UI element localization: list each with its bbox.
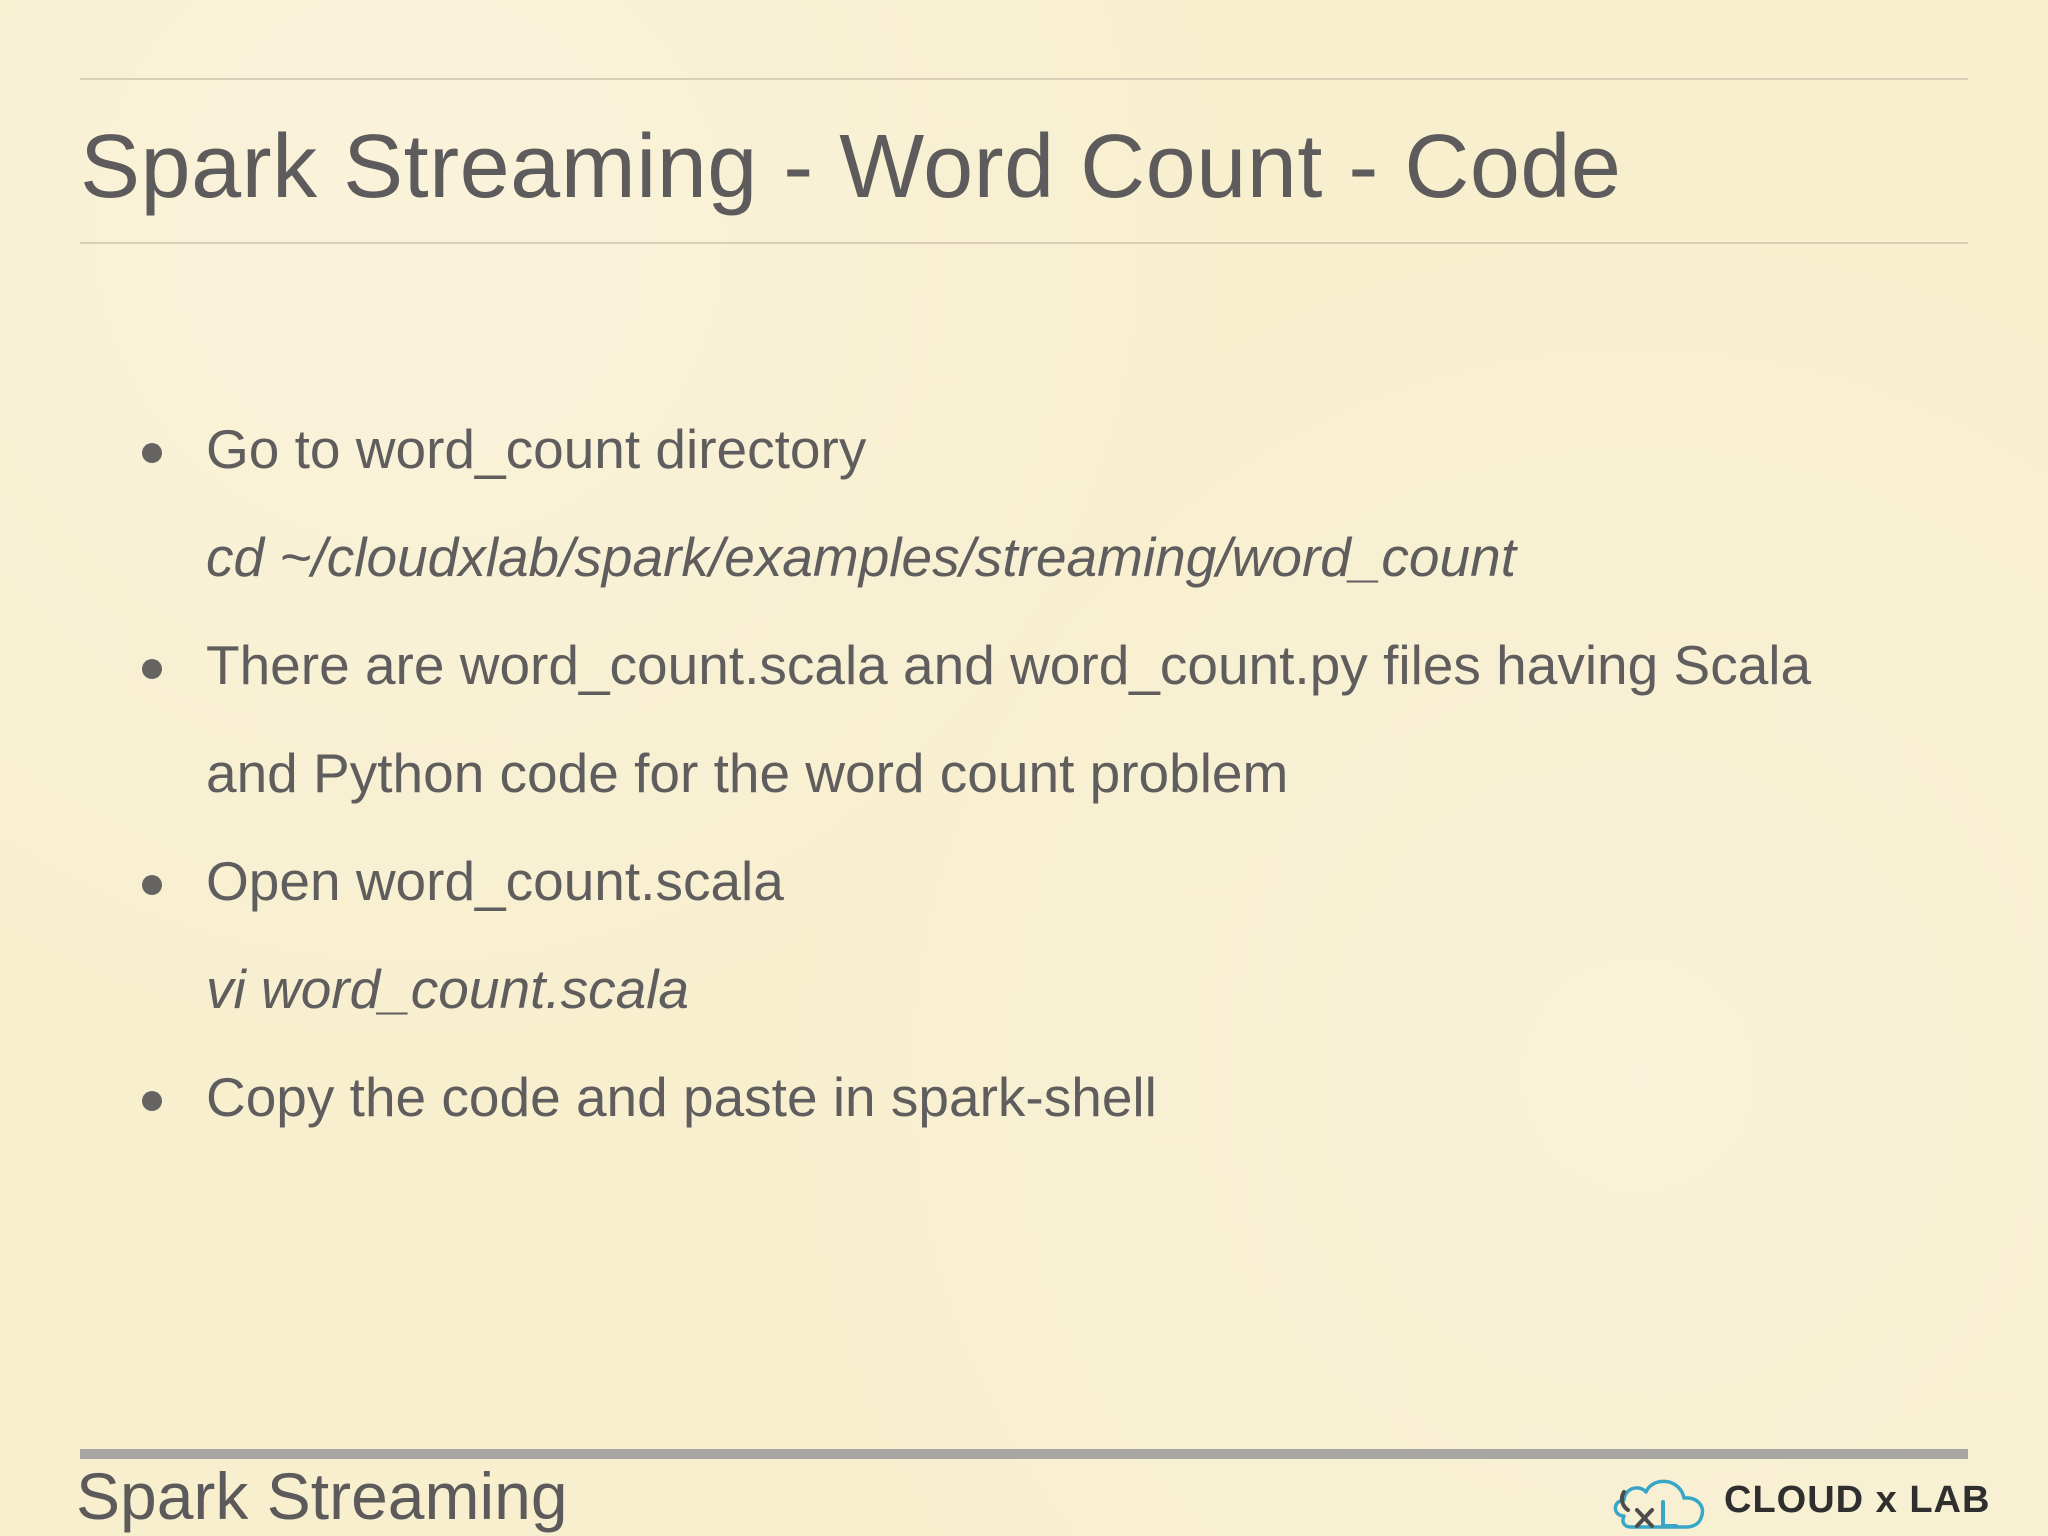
bullet-text-3: Open word_count.scala (206, 850, 784, 912)
bullet-icon (142, 659, 162, 679)
title-rule (80, 242, 1968, 244)
bullet-text-1: Go to word_count directory (206, 418, 867, 480)
bullet-text-2-line-2: and Python code for the word count probl… (206, 742, 1289, 804)
slide-canvas: Spark Streaming - Word Count - Code Go t… (0, 0, 2048, 1536)
cloudxlab-logo: CLOUD x LAB (1610, 1468, 1989, 1532)
code-line-3: vi word_count.scala (206, 958, 690, 1020)
logo-text: CLOUD x LAB (1724, 1479, 1991, 1521)
code-line-1: cd ~/cloudxlab/spark/examples/streaming/… (206, 526, 1516, 588)
bullet-icon (142, 443, 162, 463)
bullet-icon (142, 1091, 162, 1111)
bullet-icon (142, 875, 162, 895)
cloud-logo-icon (1613, 1479, 1705, 1529)
slide-title: Spark Streaming - Word Count - Code (80, 117, 1622, 217)
footer-title: Spark Streaming (76, 1459, 568, 1533)
top-rule (80, 78, 1968, 80)
bullet-text-4: Copy the code and paste in spark-shell (206, 1066, 1157, 1128)
bullet-text-2-line-1: There are word_count.scala and word_coun… (206, 634, 1812, 696)
